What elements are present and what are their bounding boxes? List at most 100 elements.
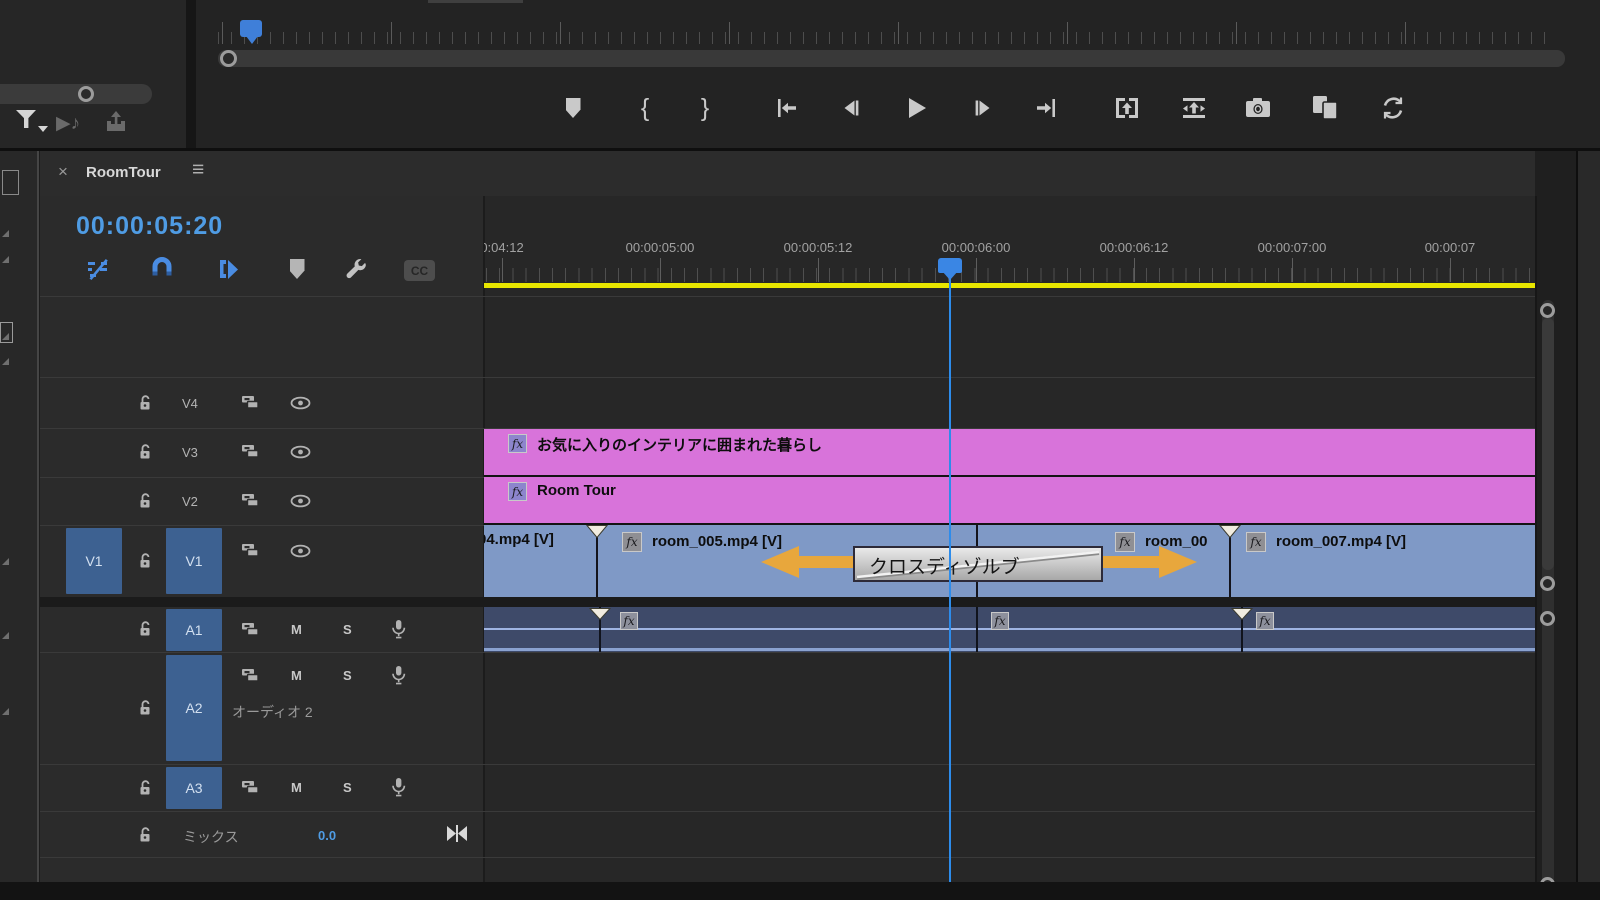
video-audio-separator[interactable]	[40, 597, 1535, 607]
add-marker-button[interactable]	[557, 92, 589, 124]
track-name-a2[interactable]: オーディオ 2	[232, 702, 313, 722]
captions-button[interactable]: CC	[404, 260, 435, 281]
track-target-v1-button[interactable]: V1	[166, 528, 222, 594]
extract-button[interactable]	[1178, 92, 1210, 124]
sync-lock-icon[interactable]	[240, 493, 260, 508]
mute-button[interactable]: M	[291, 668, 302, 683]
step-forward-button[interactable]	[967, 92, 999, 124]
solo-button[interactable]: S	[343, 780, 352, 795]
track-target-a3-button[interactable]: A3	[166, 767, 222, 809]
content-right-edge	[1535, 196, 1537, 882]
clip-label: お気に入りのインテリアに囲まれた暮らし	[537, 434, 822, 455]
fx-badge[interactable]: fx	[622, 532, 642, 552]
row-divider	[40, 857, 1535, 858]
go-to-in-button[interactable]	[771, 92, 803, 124]
sync-lock-icon[interactable]	[240, 622, 260, 637]
track-target-a2-button[interactable]: A2	[166, 655, 222, 761]
track-output-eye-icon[interactable]	[290, 444, 311, 459]
track-lock-icon[interactable]	[138, 395, 152, 411]
mark-out-button[interactable]: }	[689, 92, 721, 124]
track-label-v2[interactable]: V2	[182, 494, 198, 509]
left-strip-mark	[2, 333, 9, 340]
master-volume-value[interactable]: 0.0	[318, 828, 336, 843]
zoom-slider[interactable]	[0, 84, 152, 104]
mic-icon[interactable]	[390, 776, 406, 797]
track-lock-icon[interactable]	[138, 621, 152, 637]
clip-v2-graphic[interactable]: fx Room Tour	[484, 477, 1535, 525]
comparison-view-button[interactable]	[1309, 92, 1341, 124]
track-lock-icon[interactable]	[138, 553, 152, 569]
clip-v3-graphic[interactable]: fx お気に入りのインテリアに囲まれた暮らし	[484, 429, 1535, 477]
lift-button[interactable]	[1111, 92, 1143, 124]
play-audio-icon[interactable]: ▶♪	[56, 112, 80, 135]
fx-badge[interactable]: fx	[508, 482, 527, 501]
transition-box[interactable]: クロスディゾルブ	[853, 546, 1103, 582]
monitor-seek-knob[interactable]	[220, 50, 237, 67]
scroll-handle[interactable]	[1540, 576, 1555, 591]
clip-label: 04.mp4 [V]	[484, 531, 554, 548]
sync-lock-icon[interactable]	[240, 668, 260, 683]
left-strip-divider[interactable]	[37, 151, 39, 900]
edit-point[interactable]	[976, 607, 978, 652]
track-lock-icon[interactable]	[138, 827, 152, 843]
scroll-handle[interactable]	[1540, 303, 1555, 318]
go-to-out-button[interactable]	[1030, 92, 1062, 124]
a1-clip-band[interactable]: fx fx fx	[484, 607, 1535, 652]
monitor-seekbar[interactable]	[218, 50, 1565, 67]
export-frame-button[interactable]	[1242, 92, 1274, 124]
ruler-label: 00:00:07:00	[1222, 240, 1362, 255]
settings-wrench-button[interactable]	[341, 255, 369, 285]
export-icon[interactable]	[102, 108, 130, 136]
track-label-v3[interactable]: V3	[182, 445, 198, 460]
fx-badge[interactable]: fx	[620, 612, 638, 630]
mix-keyframe-icon[interactable]	[444, 824, 470, 843]
linked-selection-button[interactable]	[215, 256, 241, 282]
fx-badge[interactable]: fx	[991, 612, 1009, 630]
mark-in-button[interactable]: {	[629, 92, 661, 124]
sync-refresh-button[interactable]	[1377, 92, 1409, 124]
mute-button[interactable]: M	[291, 622, 302, 637]
step-back-button[interactable]	[835, 92, 867, 124]
solo-button[interactable]: S	[343, 622, 352, 637]
v1-source-button[interactable]: V1	[66, 528, 122, 594]
fx-badge[interactable]: fx	[508, 434, 527, 453]
ruler-label: 00:00:06:00	[906, 240, 1046, 255]
track-lock-icon[interactable]	[138, 444, 152, 460]
monitor-playhead-marker[interactable]	[240, 20, 262, 37]
zoom-slider-knob[interactable]	[78, 86, 94, 102]
play-button[interactable]	[900, 92, 932, 124]
fx-badge[interactable]: fx	[1115, 532, 1135, 552]
track-target-a1-button[interactable]: A1	[166, 609, 222, 651]
add-marker-button[interactable]	[287, 258, 307, 280]
playhead-line[interactable]	[949, 258, 951, 882]
sync-lock-icon[interactable]	[240, 543, 260, 558]
sync-lock-icon[interactable]	[240, 444, 260, 459]
track-lock-icon[interactable]	[138, 700, 152, 716]
track-output-eye-icon[interactable]	[290, 543, 311, 558]
fx-badge[interactable]: fx	[1246, 532, 1266, 552]
playhead-timecode[interactable]: 00:00:05:20	[76, 212, 223, 241]
track-output-eye-icon[interactable]	[290, 493, 311, 508]
scroll-handle[interactable]	[1540, 611, 1555, 626]
mic-icon[interactable]	[390, 664, 406, 685]
track-lock-icon[interactable]	[138, 493, 152, 509]
track-label-v4[interactable]: V4	[182, 396, 198, 411]
mic-icon[interactable]	[390, 618, 406, 639]
vertical-scrollbar-thumb[interactable]	[1542, 318, 1554, 570]
panel-menu-icon[interactable]: ≡	[192, 158, 204, 182]
fx-badge[interactable]: fx	[1256, 612, 1274, 630]
audio-level-line[interactable]	[484, 628, 1535, 630]
track-lock-icon[interactable]	[138, 780, 152, 796]
clip-label: room_007.mp4 [V]	[1276, 533, 1406, 550]
bottom-edge-band	[0, 882, 1600, 900]
mute-button[interactable]: M	[291, 780, 302, 795]
nest-toggle-button[interactable]	[85, 256, 111, 282]
sync-lock-icon[interactable]	[240, 395, 260, 410]
sync-lock-icon[interactable]	[240, 780, 260, 795]
snap-magnet-button[interactable]	[149, 256, 175, 282]
tab-close-icon[interactable]: ×	[58, 162, 68, 182]
solo-button[interactable]: S	[343, 668, 352, 683]
tab-title[interactable]: RoomTour	[86, 164, 161, 181]
track-output-eye-icon[interactable]	[290, 395, 311, 410]
drag-arrow-right-icon	[1159, 546, 1197, 578]
